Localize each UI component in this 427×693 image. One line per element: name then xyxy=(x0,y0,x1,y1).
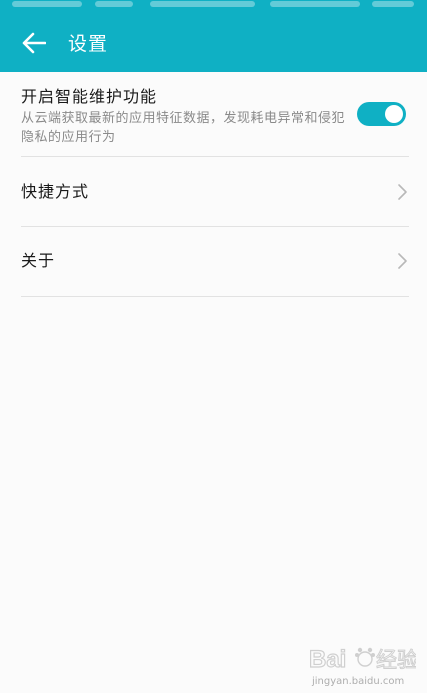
toggle-knob xyxy=(385,105,403,123)
setting-smart-maintenance[interactable]: 开启智能维护功能 从云端获取最新的应用特征数据，发现耗电异常和侵犯隐私的应用行为 xyxy=(21,80,409,156)
setting-description: 从云端获取最新的应用特征数据，发现耗电异常和侵犯隐私的应用行为 xyxy=(21,111,346,145)
divider xyxy=(21,296,409,297)
app-header: 设置 xyxy=(0,0,427,72)
chevron-right-icon xyxy=(398,184,407,200)
page-title: 设置 xyxy=(68,33,109,55)
status-bar xyxy=(0,0,427,10)
setting-about[interactable]: 关于 xyxy=(21,227,409,296)
chevron-right-icon xyxy=(398,253,407,269)
smart-maintenance-toggle[interactable] xyxy=(357,102,406,126)
watermark-url: jingyan.baidu.com xyxy=(312,676,405,687)
svg-text:Bai: Bai xyxy=(309,646,346,673)
arrow-left-icon xyxy=(22,32,46,54)
setting-shortcuts[interactable]: 快捷方式 xyxy=(21,157,409,227)
setting-title: 关于 xyxy=(21,251,56,270)
svg-text:经验: 经验 xyxy=(376,648,416,672)
settings-screen: 设置 开启智能维护功能 从云端获取最新的应用特征数据，发现耗电异常和侵犯隐私的应… xyxy=(0,0,427,693)
setting-title: 快捷方式 xyxy=(21,182,90,201)
setting-title: 开启智能维护功能 xyxy=(21,87,158,106)
back-button[interactable] xyxy=(14,25,54,61)
